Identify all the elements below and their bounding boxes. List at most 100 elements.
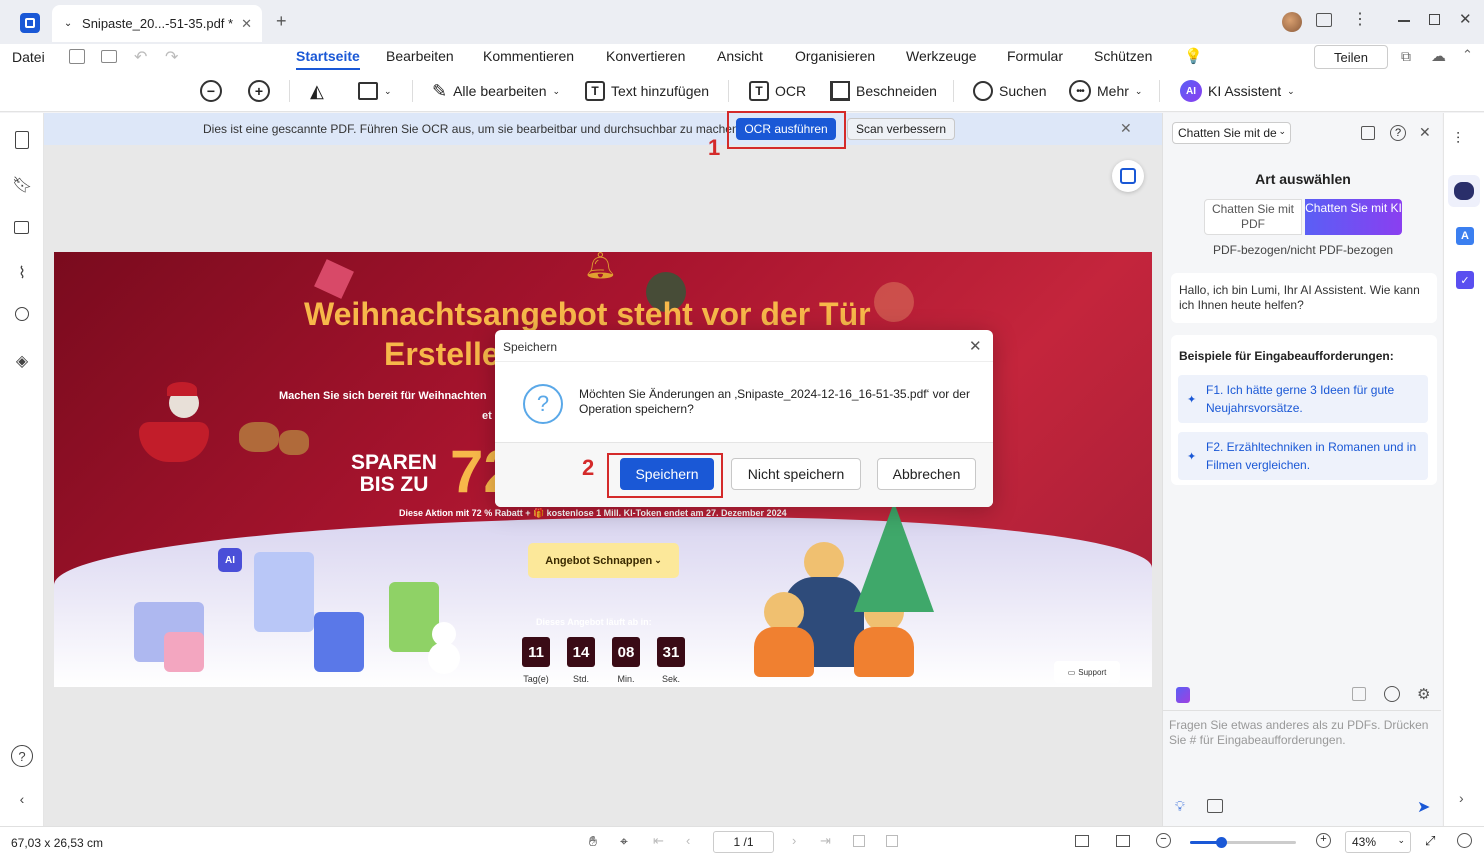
rotate-icon[interactable]	[853, 835, 865, 847]
fit-mode-icon[interactable]	[1075, 835, 1089, 847]
search-icon[interactable]	[15, 307, 29, 321]
lightbulb-icon[interactable]: 💡	[1184, 47, 1203, 65]
page-thumbnail-icon[interactable]	[15, 131, 29, 149]
file-menu[interactable]: Datei	[12, 49, 45, 65]
zoom-in-icon[interactable]: +	[1316, 833, 1331, 848]
zoom-slider-thumb[interactable]	[1216, 837, 1227, 848]
save-icon[interactable]	[69, 49, 85, 64]
chat-mode-select[interactable]: Chatten Sie mit de ⌄	[1172, 122, 1291, 144]
print-icon[interactable]	[101, 50, 117, 63]
message-icon[interactable]	[1316, 13, 1332, 27]
tab-schuetzen[interactable]: Schützen	[1094, 48, 1152, 64]
first-page-icon[interactable]: ⇤	[653, 833, 664, 849]
help-icon[interactable]: ?	[11, 745, 33, 767]
search-button[interactable]: Suchen	[973, 78, 1046, 104]
chevron-down-icon[interactable]: ⌄	[62, 18, 74, 29]
tab-konvertieren[interactable]: Konvertieren	[606, 48, 685, 64]
crop-button[interactable]: Beschneiden	[830, 78, 937, 104]
expand-right-icon[interactable]: ›	[1459, 790, 1464, 806]
sparen-label: SPAREN	[351, 451, 437, 474]
avatar[interactable]	[1282, 12, 1302, 32]
hand-tool-icon[interactable]: ✋︎	[589, 833, 597, 850]
tab-formular[interactable]: Formular	[1007, 48, 1063, 64]
improve-scan-button[interactable]: Scan verbessern	[847, 118, 955, 140]
zoom-out-button[interactable]: −	[200, 78, 222, 104]
shape-button[interactable]: ⌄	[358, 78, 392, 104]
previous-page-icon[interactable]: ‹	[686, 833, 690, 848]
highlight-button[interactable]: ◭	[310, 78, 324, 104]
more-vertical-icon[interactable]: ⋮	[1352, 9, 1368, 29]
copy-icon[interactable]	[1352, 687, 1366, 701]
image-upload-icon[interactable]	[1207, 799, 1223, 813]
tab-werkzeuge[interactable]: Werkzeuge	[906, 48, 977, 64]
ai-robot-button[interactable]	[1448, 175, 1480, 207]
grab-offer-button[interactable]: Angebot Schnappen ⌄	[528, 543, 679, 578]
last-page-icon[interactable]: ⇥	[820, 833, 831, 849]
cloud-upload-icon[interactable]: ☁	[1431, 47, 1446, 65]
task-check-icon[interactable]: ✓	[1456, 271, 1474, 289]
document-tab[interactable]: ⌄ Snipaste_20...-51-35.pdf * ✕	[52, 5, 262, 42]
ocr-button[interactable]: T OCR	[749, 78, 806, 104]
zoom-out-icon[interactable]: −	[1156, 833, 1171, 848]
redo-icon[interactable]: ↷	[165, 47, 178, 67]
ai-assistant-button[interactable]: AI KI Assistent ⌄	[1180, 78, 1295, 104]
tab-organisieren[interactable]: Organisieren	[795, 48, 875, 64]
zoom-level-select[interactable]: 43% ⌄	[1345, 831, 1411, 853]
sparkle-icon: ✦	[1187, 394, 1197, 406]
minimize-icon[interactable]	[1398, 20, 1410, 22]
tab-kommentieren[interactable]: Kommentieren	[483, 48, 574, 64]
close-ocr-bar-icon[interactable]: ✕	[1120, 120, 1132, 137]
network-icon[interactable]: ⧉	[1401, 48, 1411, 65]
rotate-right-icon[interactable]	[886, 835, 898, 847]
select-tool-icon[interactable]: ⌖	[620, 833, 628, 850]
tab-startseite[interactable]: Startseite	[296, 48, 360, 70]
support-button[interactable]: ▭ Support	[1054, 661, 1120, 683]
panel-heading: Art auswählen	[1255, 171, 1351, 187]
translate-icon[interactable]: A	[1456, 227, 1474, 245]
collapse-ribbon-icon[interactable]: ⌃	[1462, 47, 1473, 63]
chevron-down-icon: ⌄	[384, 85, 392, 96]
next-page-icon[interactable]: ›	[792, 833, 796, 848]
prompt-library-icon[interactable]	[1176, 687, 1190, 703]
page-layout-icon[interactable]	[1116, 835, 1130, 847]
sliders-icon[interactable]: ⫶	[1456, 131, 1460, 149]
tab-ansicht[interactable]: Ansicht	[717, 48, 763, 64]
close-tab-icon[interactable]: ✕	[241, 16, 252, 32]
new-tab-icon[interactable]: +	[276, 11, 287, 32]
bookmark-icon[interactable]: 🔖︎	[12, 175, 32, 195]
send-icon[interactable]: ➤	[1417, 797, 1430, 817]
add-text-button[interactable]: T Text hinzufügen	[585, 78, 709, 104]
close-panel-icon[interactable]: ✕	[1419, 124, 1431, 141]
example-prompt-1[interactable]: ✦ F1. Ich hätte gerne 3 Ideen für gute N…	[1178, 375, 1428, 423]
zoom-slider[interactable]	[1190, 837, 1296, 848]
help-icon[interactable]: ?	[1390, 125, 1406, 141]
dialog-close-icon[interactable]: ✕	[969, 337, 982, 355]
comment-icon[interactable]	[14, 221, 29, 234]
example-prompt-2[interactable]: ✦ F2. Erzähltechniken in Romanen und in …	[1178, 432, 1428, 480]
support-label: Support	[1078, 667, 1107, 677]
more-button[interactable]: ••• Mehr ⌄	[1069, 78, 1142, 104]
attachment-icon[interactable]: ⌇	[12, 263, 32, 283]
history-doc-icon[interactable]	[1361, 126, 1375, 140]
page-number-input[interactable]: 1 /1	[713, 831, 774, 853]
feedback-icon[interactable]	[1457, 833, 1472, 848]
share-button[interactable]: Teilen	[1314, 45, 1388, 69]
collapse-left-icon[interactable]: ‹	[12, 791, 32, 811]
history-icon[interactable]	[1384, 686, 1400, 702]
chat-with-ai-option[interactable]: Chatten Sie mit KI	[1305, 199, 1402, 235]
fullscreen-icon[interactable]: ⤢	[1425, 833, 1435, 849]
maximize-icon[interactable]	[1429, 14, 1440, 25]
chat-input[interactable]: Fragen Sie etwas anderes als zu PDFs. Dr…	[1169, 718, 1435, 788]
cancel-button[interactable]: Abbrechen	[877, 458, 976, 490]
close-window-icon[interactable]: ✕	[1459, 10, 1472, 28]
fit-page-button[interactable]	[1112, 160, 1144, 192]
edit-all-button[interactable]: ✎ Alle bearbeiten ⌄	[432, 78, 560, 104]
settings-icon[interactable]: ⚙	[1417, 685, 1430, 703]
zoom-in-button[interactable]: +	[248, 78, 270, 104]
layers-icon[interactable]: ◈	[12, 351, 32, 371]
lightbulb-icon[interactable]: 💡︎	[1175, 798, 1185, 815]
chat-with-pdf-option[interactable]: Chatten Sie mit PDF	[1204, 199, 1302, 235]
dont-save-button[interactable]: Nicht speichern	[731, 458, 861, 490]
undo-icon[interactable]: ↶	[134, 47, 147, 67]
tab-bearbeiten[interactable]: Bearbeiten	[386, 48, 454, 64]
